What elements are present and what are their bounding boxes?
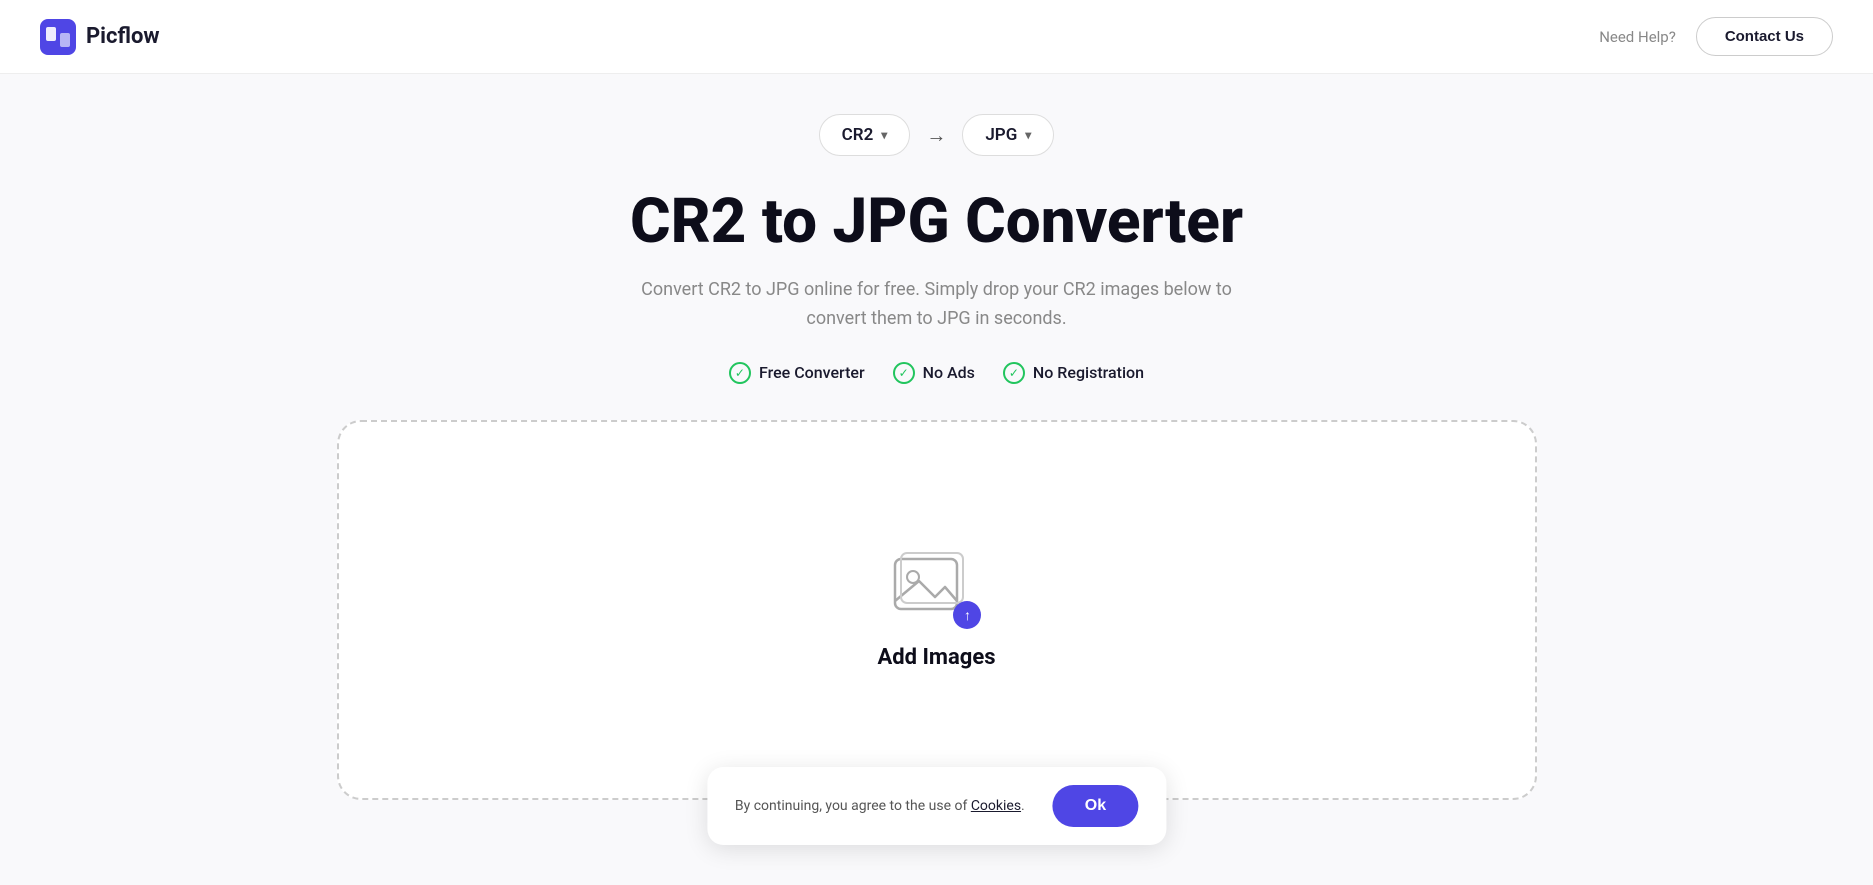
page-title: CR2 to JPG Converter [630,188,1243,256]
main-content: CR2 ▾ → JPG ▾ CR2 to JPG Converter Conve… [0,74,1873,800]
check-icon-free: ✓ [729,362,751,384]
need-help-text: Need Help? [1599,28,1676,46]
format-selector: CR2 ▾ → JPG ▾ [819,114,1055,156]
dropzone-inner: ↑ Add Images [837,509,1035,710]
contact-us-button[interactable]: Contact Us [1696,17,1833,56]
upload-icon-wrapper: ↑ [891,549,981,629]
to-format-pill[interactable]: JPG ▾ [962,114,1054,156]
header-right: Need Help? Contact Us [1599,17,1833,56]
arrow-icon: → [926,123,946,148]
badge-no-reg-label: No Registration [1033,363,1144,382]
logo-icon [40,19,76,55]
from-format-pill[interactable]: CR2 ▾ [819,114,911,156]
header: Picflow Need Help? Contact Us [0,0,1873,74]
check-icon-no-reg: ✓ [1003,362,1025,384]
badge-no-ads: ✓ No Ads [893,362,975,384]
to-format-chevron-icon: ▾ [1025,128,1031,142]
from-format-label: CR2 [842,125,874,145]
logo-text: Picflow [86,24,160,49]
cookie-banner: By continuing, you agree to the use of C… [707,767,1166,845]
check-icon-no-ads: ✓ [893,362,915,384]
cookies-link[interactable]: Cookies [971,798,1021,814]
cookie-text: By continuing, you agree to the use of C… [735,796,1025,817]
upload-badge-icon: ↑ [953,601,981,629]
badge-no-ads-label: No Ads [923,363,975,382]
badge-free-label: Free Converter [759,363,865,382]
add-images-label: Add Images [877,645,995,670]
feature-badges: ✓ Free Converter ✓ No Ads ✓ No Registrat… [729,362,1144,384]
dropzone[interactable]: ↑ Add Images [337,420,1537,800]
ok-button[interactable]: Ok [1053,785,1138,827]
from-format-chevron-icon: ▾ [881,128,887,142]
badge-free-converter: ✓ Free Converter [729,362,865,384]
page-subtitle: Convert CR2 to JPG online for free. Simp… [637,276,1237,334]
logo[interactable]: Picflow [40,19,160,55]
badge-no-registration: ✓ No Registration [1003,362,1144,384]
to-format-label: JPG [985,125,1017,145]
